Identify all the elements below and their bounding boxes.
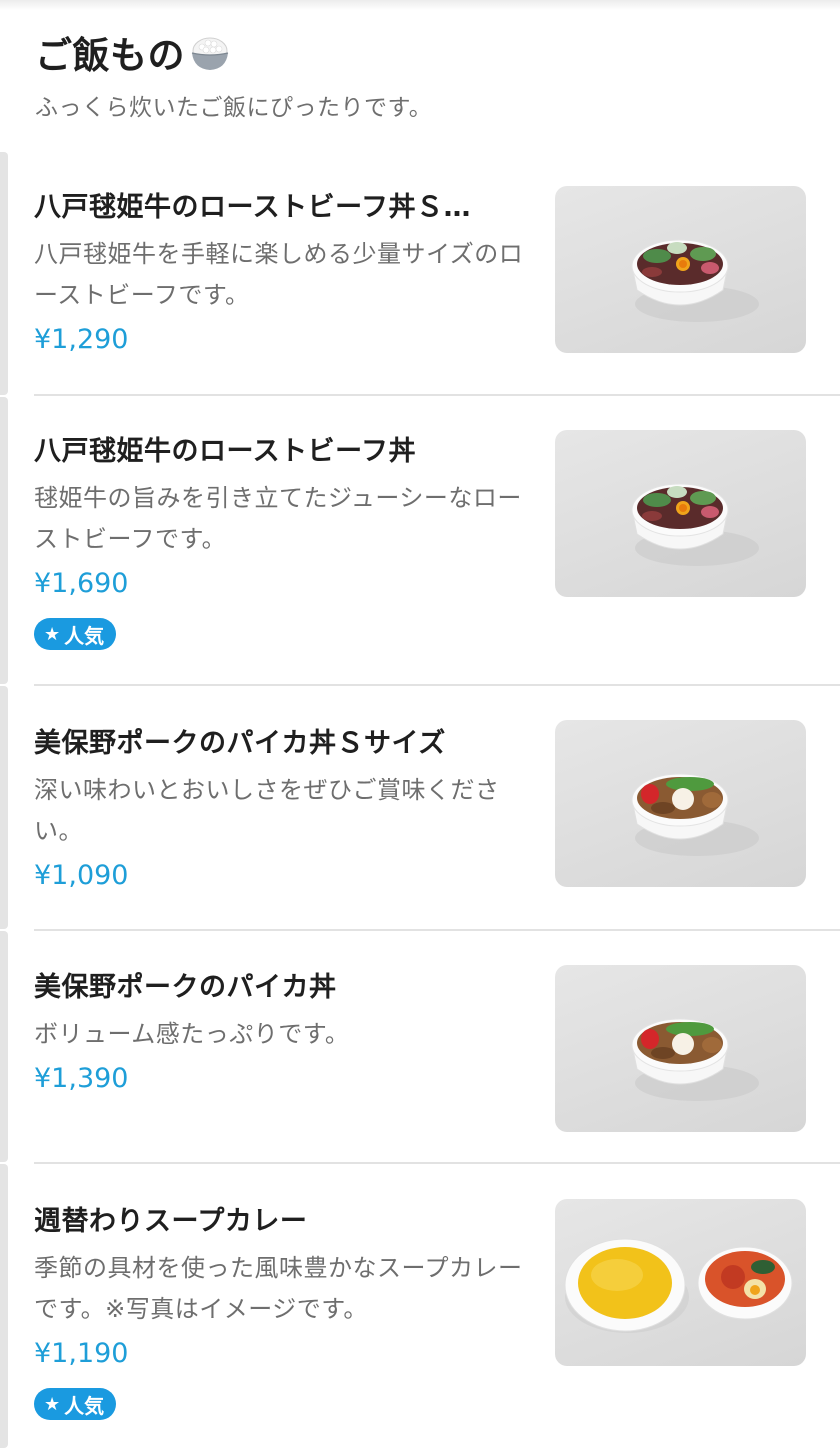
item-name: 八戸毬姫牛のローストビーフ丼Ｓ… — [34, 192, 472, 223]
menu-item-roast-beef-bowl[interactable]: 八戸毬姫牛のローストビーフ丼 毬姫牛の旨みを引き立てたジューシーなローストビーフ… — [34, 430, 840, 682]
item-price: ¥1,390 — [34, 1063, 129, 1094]
item-price: ¥1,090 — [34, 860, 129, 891]
menu-item-roast-beef-bowl-small[interactable]: 八戸毬姫牛のローストビーフ丼Ｓ… 八戸毬姫牛を手軽に楽しめる少量サイズのロースト… — [34, 186, 840, 393]
section-subtitle: ふっくら炊いたご飯にぴったりです。 — [35, 95, 433, 121]
item-divider — [34, 1162, 840, 1164]
item-description: 八戸毬姫牛を手軽に楽しめる少量サイズのローストビーフです。 — [34, 240, 524, 309]
roast-beef-bowl-image — [555, 430, 806, 597]
star-icon: ★ — [44, 1393, 61, 1415]
item-left-bar — [0, 931, 8, 1162]
section-header: ご飯もの ふっくら炊いたご飯にぴったりです。 — [35, 26, 815, 122]
menu-item-paika-bowl-small[interactable]: 美保野ポークのパイカ丼Ｓサイズ 深い味わいとおいしさをぜひご賞味ください。 ¥1… — [34, 720, 840, 927]
section-title-text: ご飯もの — [35, 34, 185, 77]
item-name: 美保野ポークのパイカ丼Ｓサイズ — [34, 728, 446, 759]
menu-item-soup-curry[interactable]: 週替わりスープカレー 季節の具材を使った風味豊かなスープカレーです。※写真はイメ… — [34, 1199, 840, 1448]
paika-bowl-image — [555, 965, 806, 1132]
item-left-bar — [0, 686, 8, 929]
item-left-bar — [0, 397, 8, 684]
item-left-bar — [0, 152, 8, 395]
popular-badge: ★ 人気 — [34, 618, 117, 650]
item-price: ¥1,290 — [34, 324, 129, 355]
menu-item-info: 美保野ポークのパイカ丼 ボリューム感たっぷりです。 ¥1,390 — [34, 968, 530, 1101]
item-price: ¥1,690 — [34, 568, 129, 599]
top-shadow — [0, 0, 840, 10]
soup-curry-image — [555, 1199, 806, 1366]
item-left-bar — [0, 1164, 8, 1448]
item-name: 週替わりスープカレー — [34, 1206, 308, 1237]
item-divider — [34, 394, 840, 396]
item-description: 毬姫牛の旨みを引き立てたジューシーなローストビーフです。 — [34, 484, 522, 553]
section-title: ご飯もの — [35, 26, 815, 78]
roast-beef-bowl-small-image — [555, 186, 806, 353]
paika-bowl-small-image — [555, 720, 806, 887]
menu-item-paika-bowl[interactable]: 美保野ポークのパイカ丼 ボリューム感たっぷりです。 ¥1,390 — [34, 965, 840, 1160]
menu-item-info: 八戸毬姫牛のローストビーフ丼Ｓ… 八戸毬姫牛を手軽に楽しめる少量サイズのロースト… — [34, 188, 530, 362]
item-description: 季節の具材を使った風味豊かなスープカレーです。※写真はイメージです。 — [34, 1254, 523, 1323]
menu-item-info: 八戸毬姫牛のローストビーフ丼 毬姫牛の旨みを引き立てたジューシーなローストビーフ… — [34, 432, 530, 650]
menu-item-info: 週替わりスープカレー 季節の具材を使った風味豊かなスープカレーです。※写真はイメ… — [34, 1202, 530, 1420]
item-description: ボリューム感たっぷりです。 — [34, 1020, 350, 1048]
item-divider — [34, 684, 840, 686]
badge-label: 人気 — [64, 623, 105, 648]
item-name: 八戸毬姫牛のローストビーフ丼 — [34, 436, 417, 467]
badge-label: 人気 — [64, 1393, 105, 1418]
item-name: 美保野ポークのパイカ丼 — [34, 972, 337, 1003]
menu-item-info: 美保野ポークのパイカ丼Ｓサイズ 深い味わいとおいしさをぜひご賞味ください。 ¥1… — [34, 724, 530, 898]
rice-bowl-icon — [191, 37, 229, 70]
popular-badge: ★ 人気 — [34, 1388, 117, 1420]
item-description: 深い味わいとおいしさをぜひご賞味ください。 — [34, 776, 500, 845]
star-icon: ★ — [44, 623, 61, 645]
item-divider — [34, 929, 840, 931]
item-price: ¥1,190 — [34, 1338, 129, 1369]
